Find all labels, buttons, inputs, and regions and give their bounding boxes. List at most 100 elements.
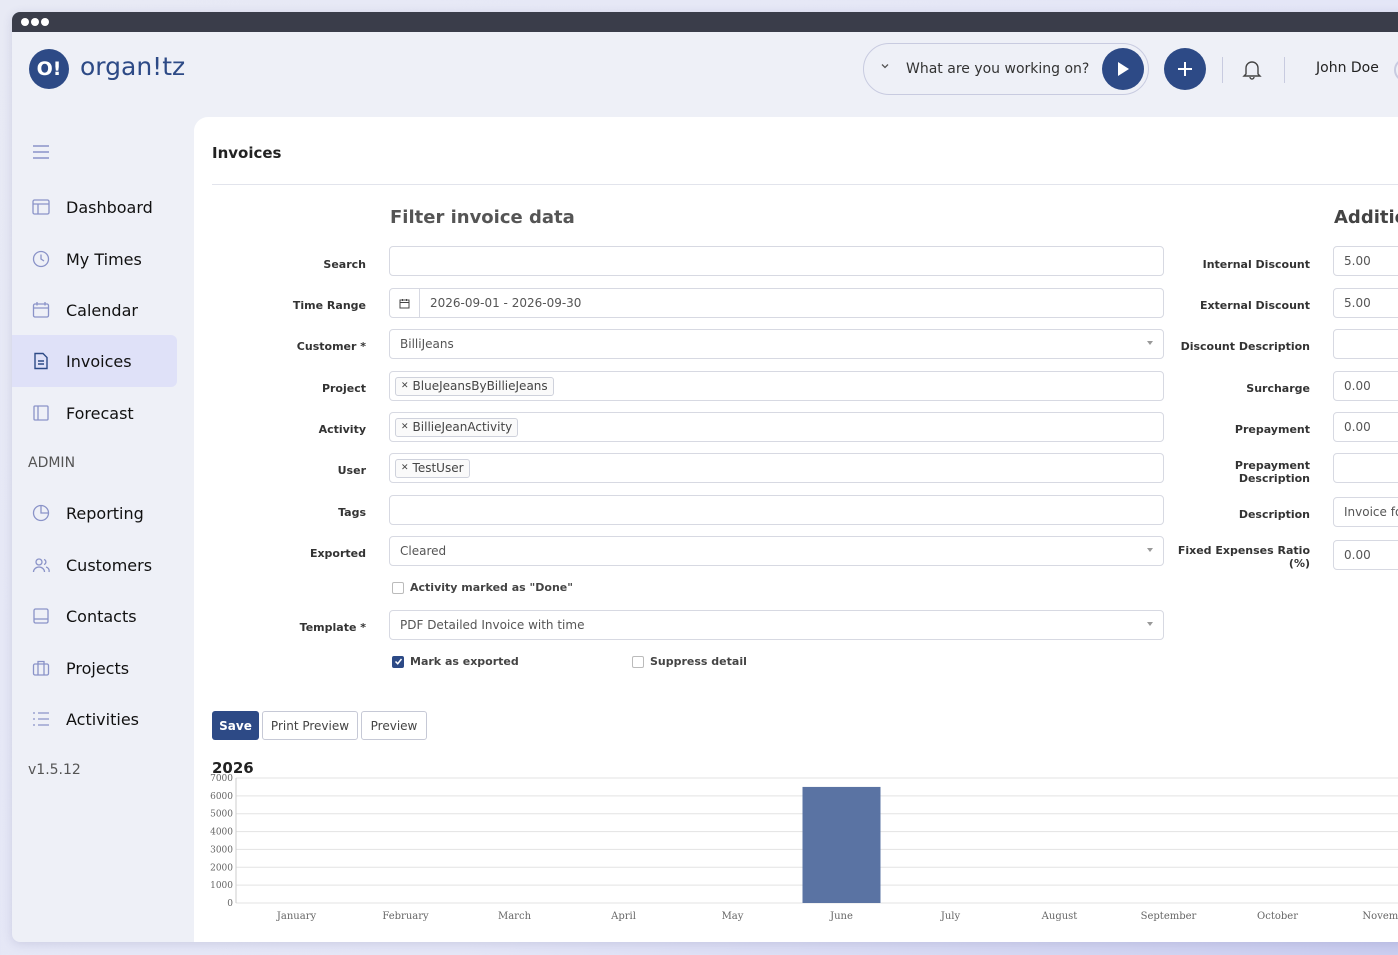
customer-value: BilliJeans [400, 337, 454, 351]
x-tick-label: August [1041, 911, 1078, 922]
prepayment-description-input[interactable] [1333, 453, 1398, 483]
briefcase-icon [32, 660, 50, 676]
prepayment-input[interactable]: 0.00 [1333, 412, 1398, 442]
y-tick-label: 7000 [210, 774, 233, 784]
sidebar-item-label: Reporting [66, 503, 144, 523]
remove-icon[interactable]: ✕ [401, 422, 409, 432]
y-tick-label: 6000 [210, 792, 233, 802]
template-select[interactable]: PDF Detailed Invoice with time [389, 610, 1164, 640]
calendar-icon[interactable] [390, 289, 420, 317]
activity-chip[interactable]: ✕ BillieJeanActivity [395, 417, 519, 437]
tags-label: Tags [338, 506, 366, 519]
user-name[interactable]: John Doe [1316, 60, 1379, 76]
avatar[interactable] [1394, 58, 1398, 82]
remove-icon[interactable]: ✕ [401, 463, 409, 473]
invoice-icon [34, 352, 48, 370]
sidebar-item-invoices[interactable]: Invoices [12, 335, 177, 387]
sidebar-item-reporting[interactable]: Reporting [12, 487, 177, 539]
remove-icon[interactable]: ✕ [401, 381, 409, 391]
sidebar-item-customers[interactable]: Customers [12, 539, 177, 591]
search-label: Search [323, 258, 366, 271]
x-tick-label: October [1257, 911, 1298, 922]
y-tick-label: 5000 [210, 810, 233, 820]
title-bar [12, 12, 1398, 32]
filter-section-title: Filter invoice data [390, 207, 575, 228]
prepayment-description-label: Prepayment Description [1164, 459, 1310, 485]
bell-icon[interactable] [1241, 58, 1263, 84]
external-discount-label: External Discount [1199, 299, 1310, 312]
sidebar-item-label: Customers [66, 555, 153, 575]
checkbox-label: Activity marked as "Done" [410, 581, 573, 594]
window-dot-icon[interactable] [31, 18, 39, 26]
tags-input[interactable] [389, 495, 1164, 525]
project-select[interactable]: ✕ BlueJeansByBillieJeans [389, 371, 1164, 401]
description-input[interactable]: Invoice fo [1333, 497, 1398, 527]
sidebar-item-my-times[interactable]: My Times [12, 233, 177, 285]
users-icon [32, 558, 50, 573]
sidebar-item-contacts[interactable]: Contacts [12, 590, 177, 642]
exported-select[interactable]: Cleared [389, 536, 1164, 566]
mark-exported-checkbox[interactable]: Mark as exported [392, 655, 519, 668]
sidebar-item-forecast[interactable]: Forecast [12, 387, 177, 439]
x-tick-label: February [382, 911, 429, 922]
play-icon [1118, 62, 1129, 76]
sidebar-item-calendar[interactable]: Calendar [12, 284, 177, 336]
search-input[interactable] [389, 246, 1164, 276]
user-chip[interactable]: ✕ TestUser [395, 458, 470, 478]
add-button[interactable] [1164, 48, 1206, 90]
save-button[interactable]: Save [212, 711, 259, 740]
customer-select[interactable]: BilliJeans [389, 329, 1164, 359]
window-dot-icon[interactable] [41, 18, 49, 26]
additional-section-title: Additio [1334, 207, 1398, 228]
sidebar-item-projects[interactable]: Projects [12, 642, 177, 694]
page-title: Invoices [212, 144, 282, 162]
time-range-input[interactable]: 2026-09-01 - 2026-09-30 [389, 288, 1164, 318]
dashboard-icon [32, 199, 50, 215]
list-icon [33, 712, 49, 726]
chevron-down-icon[interactable] [880, 60, 890, 74]
exported-label: Exported [309, 547, 366, 560]
checkbox-box[interactable] [632, 655, 644, 668]
invoice-bar-chart: 0 1000 2000 3000 4000 5000 6000 7000 January Febr… [210, 774, 1398, 922]
window-dot-icon[interactable] [21, 18, 29, 26]
preview-button[interactable]: Preview [361, 711, 427, 740]
suppress-detail-checkbox[interactable]: Suppress detail [632, 655, 747, 668]
sidebar-item-dashboard[interactable]: Dashboard [12, 181, 177, 233]
checkbox-box[interactable] [392, 655, 404, 668]
internal-discount-input[interactable]: 5.00 [1333, 246, 1398, 276]
activity-select[interactable]: ✕ BillieJeanActivity [389, 412, 1164, 442]
customer-label: Customer * [296, 340, 366, 353]
external-discount-input[interactable]: 5.00 [1333, 288, 1398, 318]
checkbox-box[interactable] [392, 581, 404, 594]
chip-label: BillieJeanActivity [412, 420, 513, 434]
time-tracker[interactable]: What are you working on? [863, 43, 1149, 95]
calendar-icon [32, 302, 50, 318]
surcharge-label: Surcharge [1246, 382, 1310, 395]
surcharge-input[interactable]: 0.00 [1333, 371, 1398, 401]
logo-icon[interactable]: O! [29, 49, 69, 89]
tracker-input[interactable]: What are you working on? [906, 61, 1089, 77]
chip-label: BlueJeansByBillieJeans [412, 379, 548, 393]
chevron-down-icon [1147, 548, 1153, 552]
fixed-expenses-label: Fixed Expenses Ratio (%) [1164, 544, 1310, 570]
x-tick-label: January [276, 911, 317, 922]
exported-value: Cleared [400, 544, 447, 558]
done-checkbox[interactable]: Activity marked as "Done" [392, 581, 573, 594]
chevron-down-icon [1147, 622, 1153, 626]
menu-icon[interactable] [32, 144, 50, 164]
print-preview-button[interactable]: Print Preview [262, 711, 358, 740]
label-line: (%) [1288, 557, 1310, 570]
logo-text[interactable]: organ!tz [80, 52, 185, 81]
chip-label: TestUser [412, 461, 464, 475]
play-button[interactable] [1102, 48, 1144, 90]
sidebar-item-activities[interactable]: Activities [12, 693, 177, 745]
y-tick-label: 2000 [210, 863, 233, 873]
project-chip[interactable]: ✕ BlueJeansByBillieJeans [395, 376, 554, 396]
discount-description-input[interactable] [1333, 329, 1398, 359]
user-select[interactable]: ✕ TestUser [389, 453, 1164, 483]
sidebar-item-label: Invoices [66, 351, 132, 371]
fixed-expenses-input[interactable]: 0.00 [1333, 540, 1398, 570]
check-icon [394, 658, 402, 665]
checkbox-label: Mark as exported [410, 655, 519, 668]
sidebar-item-label: Activities [66, 709, 139, 729]
